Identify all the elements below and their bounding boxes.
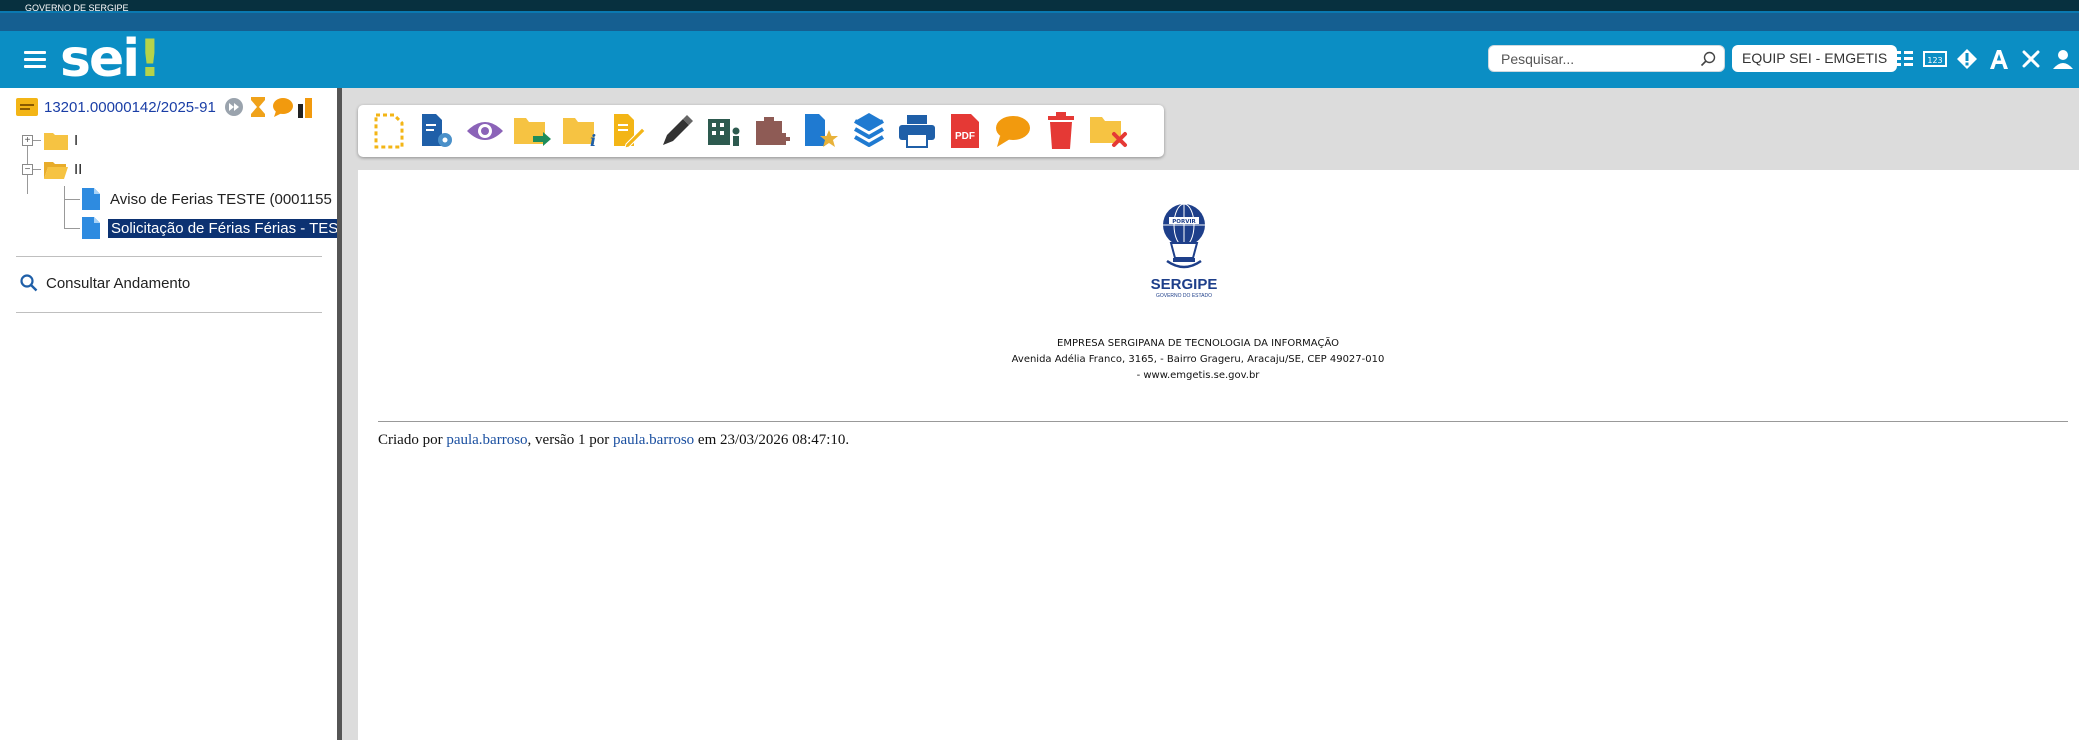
- process-number-link[interactable]: 13201.00000142/2025-91: [44, 99, 216, 116]
- svg-text:GOVERNO DO ESTADO: GOVERNO DO ESTADO: [1156, 293, 1212, 299]
- document-label: Aviso de Ferias TESTE (0001155: [110, 190, 332, 208]
- user-icon[interactable]: [2050, 46, 2076, 72]
- edit-document-icon[interactable]: [608, 109, 650, 153]
- top-band: [0, 13, 2079, 31]
- print-icon[interactable]: [896, 109, 938, 153]
- add-block-icon[interactable]: [752, 109, 794, 153]
- view-icon[interactable]: [464, 109, 506, 153]
- process-row: 13201.00000142/2025-91: [16, 95, 312, 119]
- marker-icon[interactable]: [297, 96, 312, 118]
- hourglass-icon[interactable]: [250, 96, 266, 118]
- consult-progress-label: Consultar Andamento: [46, 274, 191, 292]
- document-toolbar: i PDF: [358, 105, 1164, 157]
- bookmark-icon[interactable]: [800, 109, 842, 153]
- tree-line: [64, 199, 80, 200]
- sidebar-divider: [16, 256, 322, 257]
- unit-selector-button[interactable]: EQUIP SEI - EMGETIS: [1732, 45, 1898, 72]
- font-size-icon[interactable]: [1986, 46, 2012, 72]
- pdf-icon[interactable]: PDF: [944, 109, 986, 153]
- sign-icon[interactable]: [656, 109, 698, 153]
- government-label: GOVERNO DE SERGIPE: [25, 3, 129, 13]
- tree-line: [64, 228, 80, 229]
- comment-bubble-icon[interactable]: [272, 97, 294, 117]
- app-header: sei! EQUIP SEI - EMGETIS 123: [0, 29, 2079, 89]
- author-link[interactable]: paula.barroso: [446, 432, 527, 448]
- search-icon[interactable]: [1700, 51, 1716, 67]
- folder-icon: [44, 132, 68, 150]
- government-bar: GOVERNO DE SERGIPE: [0, 0, 2079, 13]
- sidebar-divider: [16, 312, 322, 313]
- process-info-icon[interactable]: i: [560, 109, 602, 153]
- delete-icon[interactable]: [1040, 109, 1082, 153]
- tools-icon[interactable]: [2018, 46, 2044, 72]
- company-website: - www.emgetis.se.gov.br: [1136, 370, 1260, 381]
- svg-text:PDF: PDF: [955, 131, 975, 142]
- tree-folder-i[interactable]: + I: [22, 128, 78, 152]
- document-label: Solicitação de Férias Férias - TES: [108, 218, 342, 238]
- document-rule: [378, 421, 2068, 422]
- document-settings-icon[interactable]: [416, 109, 458, 153]
- new-document-icon[interactable]: [368, 109, 410, 153]
- tree-document-selected[interactable]: Solicitação de Férias Férias - TES: [82, 216, 342, 240]
- list-icon[interactable]: [1890, 46, 1916, 72]
- tree-folder-ii[interactable]: − II: [22, 157, 82, 181]
- version-author-link[interactable]: paula.barroso: [613, 432, 694, 448]
- document-metadata: Criado por paula.barroso, versão 1 por p…: [378, 432, 850, 448]
- svg-text:SERGIPE: SERGIPE: [1151, 276, 1218, 293]
- search-box: [1488, 45, 1725, 72]
- header-icons: 123: [1890, 46, 2079, 72]
- main-panel: i PDF PORVIR SERGIPE GOVERNO DO ESTADO E…: [342, 88, 2079, 740]
- process-icon[interactable]: [16, 98, 38, 116]
- consult-progress-link[interactable]: Consultar Andamento: [20, 271, 190, 295]
- folder-label: I: [74, 131, 79, 149]
- send-process-icon[interactable]: [512, 109, 554, 153]
- open-folder-icon: [44, 161, 68, 179]
- expand-icon[interactable]: +: [22, 134, 33, 146]
- company-address: Avenida Adélia Franco, 3165, - Bairro Gr…: [1011, 354, 1385, 365]
- forward-icon[interactable]: [224, 97, 244, 117]
- sei-logo[interactable]: sei!: [60, 29, 162, 89]
- process-tree-sidebar: 13201.00000142/2025-91 + I − II Aviso de…: [0, 88, 342, 740]
- magnifier-icon: [20, 274, 38, 292]
- search-input[interactable]: [1501, 46, 1701, 71]
- sergipe-seal: PORVIR SERGIPE GOVERNO DO ESTADO: [1149, 203, 1217, 313]
- numeric-icon[interactable]: 123: [1922, 46, 1948, 72]
- tree-document[interactable]: Aviso de Ferias TESTE (0001155: [82, 187, 332, 211]
- tree-line: [64, 186, 65, 228]
- hamburger-menu-icon[interactable]: [24, 51, 46, 69]
- svg-text:PORVIR: PORVIR: [1172, 219, 1196, 225]
- company-name: EMPRESA SERGIPANA DE TECNOLOGIA DA INFOR…: [1057, 338, 1339, 349]
- alert-icon[interactable]: [1954, 46, 1980, 72]
- svg-text:123: 123: [1927, 56, 1942, 65]
- document-icon: [82, 217, 100, 239]
- folder-label: II: [74, 160, 83, 178]
- cancel-document-icon[interactable]: [1088, 109, 1130, 153]
- assign-icon[interactable]: [704, 109, 746, 153]
- comment-icon[interactable]: [992, 109, 1034, 153]
- document-viewer: PORVIR SERGIPE GOVERNO DO ESTADO EMPRESA…: [358, 170, 2079, 740]
- svg-text:i: i: [590, 131, 596, 148]
- collapse-icon[interactable]: −: [22, 163, 33, 175]
- layers-icon[interactable]: [848, 109, 890, 153]
- document-icon: [82, 188, 100, 210]
